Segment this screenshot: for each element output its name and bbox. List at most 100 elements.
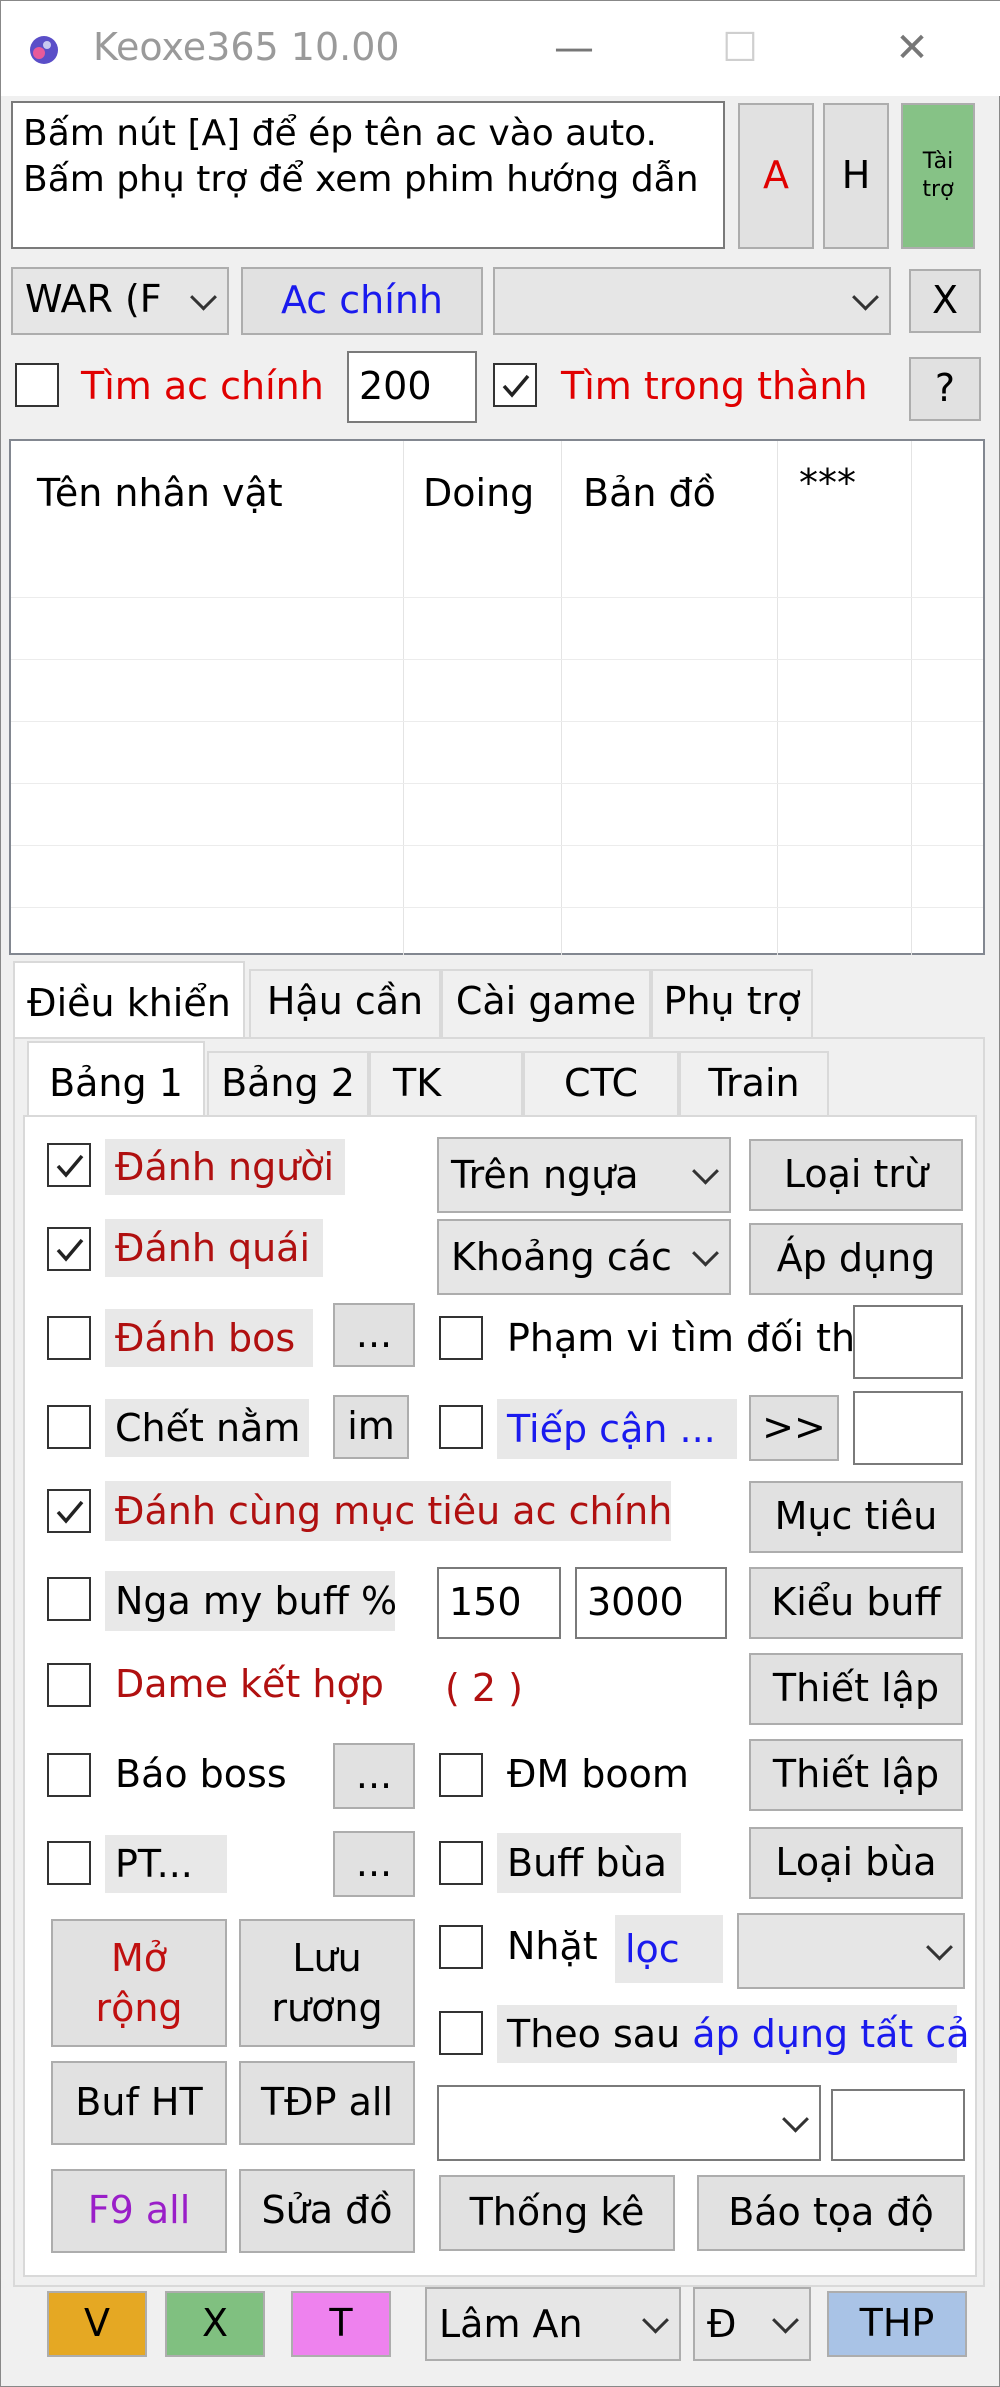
- nhat-label: Nhặt: [507, 1924, 598, 1968]
- danh-bos-checkbox[interactable]: [47, 1316, 91, 1360]
- pt-more-button[interactable]: ...: [333, 1831, 415, 1897]
- war-combo[interactable]: WAR (F: [11, 267, 229, 335]
- tai-tro-button[interactable]: Tài trợ: [901, 103, 975, 249]
- follow-input[interactable]: [831, 2089, 965, 2161]
- pt-checkbox[interactable]: [47, 1841, 91, 1885]
- dm-boom-checkbox[interactable]: [439, 1753, 483, 1797]
- character-combo[interactable]: [493, 267, 891, 335]
- tab-dieu-khien[interactable]: Điều khiển: [13, 961, 245, 1041]
- follow-combo[interactable]: [437, 2085, 821, 2161]
- bao-boss-more-button[interactable]: ...: [333, 1743, 415, 1809]
- d-combo[interactable]: Đ: [693, 2287, 811, 2361]
- lam-an-value: Lâm An: [439, 2302, 583, 2346]
- thong-ke-button[interactable]: Thống kê: [439, 2175, 675, 2251]
- khoang-cach-combo[interactable]: Khoảng các: [437, 1219, 731, 1295]
- main-window: Keoxe365 10.00 — ☐ ✕ Bấm nút [A] để ép t…: [0, 0, 1000, 2387]
- f9-all-button[interactable]: F9 all: [51, 2169, 227, 2253]
- column-divider: [403, 441, 404, 955]
- nga-my-buff-label: Nga my buff %: [105, 1571, 397, 1631]
- danh-quai-checkbox[interactable]: [47, 1227, 91, 1271]
- muc-tieu-button[interactable]: Mục tiêu: [749, 1481, 963, 1553]
- danh-nguoi-label: Đánh người: [105, 1139, 345, 1195]
- theo-sau-label: Theo sau áp dụng tất cả: [497, 2005, 970, 2063]
- a-button[interactable]: A: [738, 103, 814, 249]
- x-clear-button[interactable]: X: [909, 269, 981, 333]
- loc-label[interactable]: lọc: [615, 1915, 723, 1983]
- loai-tru-button[interactable]: Loại trừ: [749, 1139, 963, 1211]
- row-divider: [11, 597, 983, 598]
- danh-bos-label: Đánh bos: [105, 1309, 313, 1367]
- nhat-combo[interactable]: [737, 1913, 965, 1989]
- x-button[interactable]: X: [165, 2291, 265, 2357]
- tab-hau-can[interactable]: Hậu cần: [249, 969, 441, 1037]
- title-bar[interactable]: Keoxe365 10.00 — ☐ ✕: [1, 1, 1000, 96]
- tiep-can-input[interactable]: [853, 1391, 963, 1465]
- tab-ctc[interactable]: CTC: [523, 1051, 679, 1117]
- column-header-doing[interactable]: Doing: [423, 463, 534, 523]
- column-header-map[interactable]: Bản đồ: [583, 463, 716, 523]
- bao-toa-do-button[interactable]: Báo tọa độ: [697, 2175, 965, 2251]
- tab-phu-tro[interactable]: Phụ trợ: [651, 969, 813, 1037]
- ac-chinh-button[interactable]: Ac chính: [241, 267, 483, 335]
- bao-boss-label: Báo boss: [115, 1752, 287, 1796]
- buf-ht-button[interactable]: Buf HT: [51, 2061, 227, 2145]
- close-icon[interactable]: ✕: [857, 1, 967, 96]
- bao-boss-checkbox[interactable]: [47, 1753, 91, 1797]
- tdp-all-button[interactable]: TĐP all: [239, 2061, 415, 2145]
- danh-cung-muc-tieu-checkbox[interactable]: [47, 1489, 91, 1533]
- info-textbox[interactable]: Bấm nút [A] để ép tên ac vào auto. Bấm p…: [11, 101, 725, 249]
- tren-ngua-combo[interactable]: Trên ngựa: [437, 1137, 731, 1213]
- maximize-icon[interactable]: ☐: [685, 1, 795, 96]
- luu-ruong-line-2: rương: [271, 1986, 383, 2030]
- ap-dung-button[interactable]: Áp dụng: [749, 1223, 963, 1295]
- tab-bang-2[interactable]: Bảng 2: [207, 1051, 369, 1117]
- danh-nguoi-checkbox[interactable]: [47, 1143, 91, 1187]
- help-button[interactable]: ?: [909, 357, 981, 421]
- chet-nam-checkbox[interactable]: [47, 1405, 91, 1449]
- nhat-checkbox[interactable]: [439, 1925, 483, 1969]
- luu-ruong-button[interactable]: Lưu rương: [239, 1919, 415, 2047]
- pham-vi-checkbox[interactable]: [439, 1316, 483, 1360]
- sua-do-button[interactable]: Sửa đồ: [239, 2169, 415, 2253]
- loai-bua-button[interactable]: Loại bùa: [749, 1827, 963, 1899]
- buff-bua-label: Buff bùa: [497, 1833, 681, 1893]
- range-input[interactable]: 200: [347, 351, 477, 423]
- thiet-lap-dame-button[interactable]: Thiết lập: [749, 1653, 963, 1725]
- tab-tk[interactable]: TK: [369, 1051, 523, 1117]
- t-button[interactable]: T: [291, 2291, 391, 2357]
- kieu-buff-button[interactable]: Kiểu buff: [749, 1567, 963, 1639]
- column-header-extra[interactable]: ***: [799, 453, 856, 513]
- ap-dung-tat-ca-link[interactable]: áp dụng tất cả: [692, 2012, 969, 2056]
- buff-value-2-input[interactable]: 3000: [575, 1567, 727, 1639]
- column-header-name[interactable]: Tên nhân vật: [37, 463, 283, 523]
- v-button[interactable]: V: [47, 2291, 147, 2357]
- pham-vi-input[interactable]: [853, 1305, 963, 1379]
- h-button[interactable]: H: [823, 103, 889, 249]
- tab-cai-game[interactable]: Cài game: [441, 969, 651, 1037]
- buff-value-1-input[interactable]: 150: [437, 1567, 561, 1639]
- tim-ac-chinh-checkbox[interactable]: [15, 363, 59, 407]
- minimize-icon[interactable]: —: [519, 1, 629, 96]
- character-list[interactable]: Tên nhân vật Doing Bản đồ ***: [9, 439, 985, 955]
- check-icon: [502, 374, 530, 398]
- window-title: Keoxe365 10.00: [93, 25, 400, 69]
- chet-nam-im-button[interactable]: im: [333, 1395, 409, 1459]
- chevron-down-icon: [692, 1239, 719, 1267]
- tim-trong-thanh-checkbox[interactable]: [493, 363, 537, 407]
- tab-bang-1[interactable]: Bảng 1: [27, 1041, 205, 1121]
- danh-bos-more-button[interactable]: ...: [333, 1303, 415, 1367]
- row-divider: [11, 783, 983, 784]
- buff-bua-checkbox[interactable]: [439, 1841, 483, 1885]
- lam-an-combo[interactable]: Lâm An: [425, 2287, 681, 2361]
- tiep-can-expand-button[interactable]: >>: [749, 1395, 839, 1461]
- chevron-down-icon: [852, 283, 879, 311]
- thp-button[interactable]: THP: [827, 2291, 967, 2357]
- thiet-lap-boom-button[interactable]: Thiết lập: [749, 1739, 963, 1811]
- tai-tro-line-1: Tài: [922, 149, 954, 174]
- theo-sau-checkbox[interactable]: [439, 2011, 483, 2055]
- tiep-can-checkbox[interactable]: [439, 1405, 483, 1449]
- mo-rong-button[interactable]: Mở rộng: [51, 1919, 227, 2047]
- nga-my-buff-checkbox[interactable]: [47, 1577, 91, 1621]
- tab-train[interactable]: Train: [679, 1051, 829, 1117]
- dame-ket-hop-checkbox[interactable]: [47, 1663, 91, 1707]
